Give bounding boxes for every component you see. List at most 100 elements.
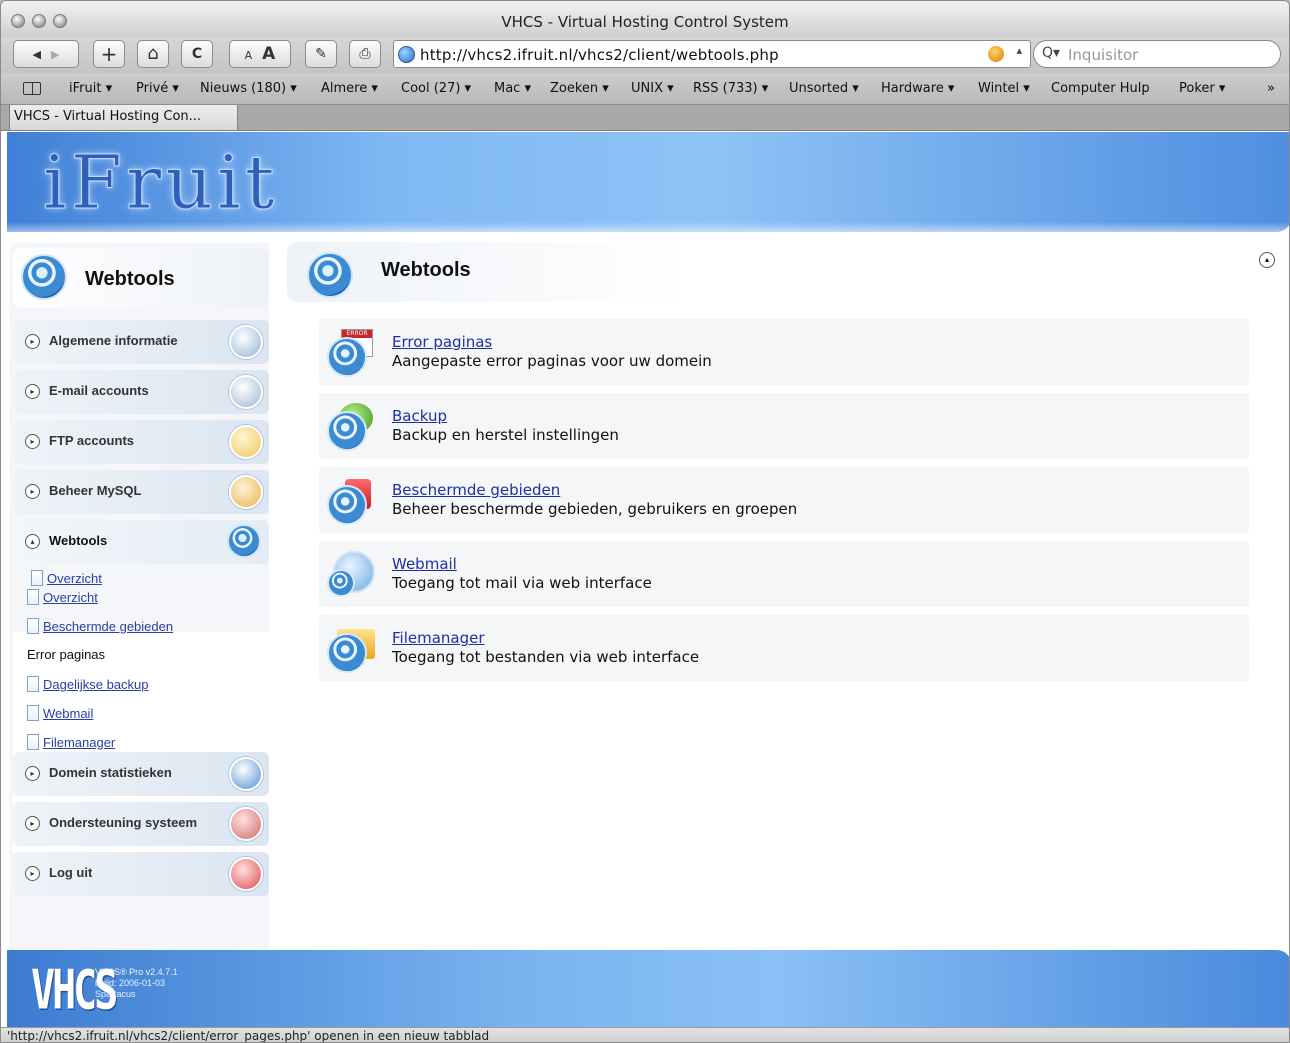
tool-link-backup[interactable]: Backup xyxy=(392,407,447,425)
bookmark-cool[interactable]: Cool (27) ▾ xyxy=(401,81,471,96)
site-footer: VHCS VHCS® Pro v2.4.7.1 build: 2006-01-0… xyxy=(7,950,1289,1027)
title-bar: VHCS - Virtual Hosting Control System xyxy=(1,1,1289,37)
main-header: Webtools ▴ xyxy=(287,242,1285,302)
status-bar: 'http://vhcs2.ifruit.nl/vhcs2/client/err… xyxy=(1,1027,1289,1042)
submenu-link[interactable]: Beschermde gebieden xyxy=(43,619,173,634)
bookmark-prive[interactable]: Privé ▾ xyxy=(136,81,179,96)
print-icon[interactable]: ⎙ xyxy=(349,40,381,68)
search-field[interactable]: Q▾ Inquisitor xyxy=(1033,40,1281,68)
edit-icon[interactable]: ✎ xyxy=(305,40,337,68)
submenu-item-filemanager[interactable]: Filemanager xyxy=(27,734,115,750)
gear-disc xyxy=(327,411,367,451)
sidebar-item-algemene-informatie[interactable]: ▸ Algemene informatie xyxy=(13,320,269,364)
bookmark-unix[interactable]: UNIX ▾ xyxy=(631,81,674,96)
caret-up-icon[interactable]: ▴ xyxy=(1016,44,1022,57)
browser-toolbar: ◀ ▶ + ⌂ C AA ✎ ⎙ http://vhcs2.ifruit.nl/v… xyxy=(1,37,1289,73)
bookmark-ifruit[interactable]: iFruit ▾ xyxy=(69,81,112,96)
bookmark-mac[interactable]: Mac ▾ xyxy=(494,81,531,96)
expand-icon: ▸ xyxy=(25,766,40,781)
submenu-link[interactable]: Overzicht xyxy=(43,590,98,605)
sidebar-item-ftp-accounts[interactable]: ▸ FTP accounts xyxy=(13,420,269,464)
sidebar-item-domein-statistieken[interactable]: ▸ Domein statistieken xyxy=(13,752,269,796)
gear-disc xyxy=(327,337,367,377)
tool-row-backup: Backup Backup en herstel instellingen xyxy=(319,393,1249,459)
submenu-item-overzicht[interactable]: Overzicht xyxy=(27,589,98,605)
sidebar-item-email-accounts[interactable]: ▸ E-mail accounts xyxy=(13,370,269,414)
back-forward-control: ◀ ▶ xyxy=(13,40,79,68)
search-icon[interactable]: Q▾ xyxy=(1042,45,1060,61)
support-icon xyxy=(229,807,263,841)
bookmark-nieuws[interactable]: Nieuws (180) ▾ xyxy=(200,81,297,96)
tool-link-filemanager[interactable]: Filemanager xyxy=(392,629,485,647)
sidebar-header: Webtools xyxy=(13,248,269,308)
tool-row-beschermde-gebieden: Beschermde gebieden Beheer beschermde ge… xyxy=(319,467,1249,533)
sidebar-title: Webtools xyxy=(85,268,175,290)
gear-disc xyxy=(327,569,355,597)
bookmarks-overflow-icon[interactable]: » xyxy=(1267,81,1275,96)
bookmark-unsorted[interactable]: Unsorted ▾ xyxy=(789,81,859,96)
submenu-link[interactable]: Webmail xyxy=(43,706,93,721)
bookmark-poker[interactable]: Poker ▾ xyxy=(1179,81,1225,96)
bookmarks-book-icon[interactable] xyxy=(23,82,41,95)
envelope-icon xyxy=(229,375,263,409)
expand-icon: ▸ xyxy=(25,384,40,399)
reload-button[interactable]: C xyxy=(181,40,213,68)
power-icon xyxy=(229,857,263,891)
forward-icon[interactable]: ▶ xyxy=(51,48,59,61)
submenu-item-overzicht[interactable]: Overzicht xyxy=(31,570,102,586)
text-smaller-button[interactable]: A xyxy=(245,49,253,62)
sidebar-item-label: Webtools xyxy=(49,533,108,548)
database-icon xyxy=(229,475,263,509)
submenu-item-dagelijkse-backup[interactable]: Dagelijkse backup xyxy=(27,676,149,692)
ifruit-logo: iFruit xyxy=(42,140,279,227)
add-bookmark-button[interactable]: + xyxy=(93,40,125,68)
submenu-item-beschermde-gebieden[interactable]: Beschermde gebieden xyxy=(27,618,173,634)
url-text[interactable]: http://vhcs2.ifruit.nl/vhcs2/client/webt… xyxy=(420,46,779,64)
sidebar-item-label: Beheer MySQL xyxy=(49,483,142,498)
sidebar-item-label: Algemene informatie xyxy=(49,333,178,348)
bookmark-computer-hulp[interactable]: Computer Hulp xyxy=(1051,81,1150,96)
globe-icon xyxy=(398,46,415,63)
bookmarks-bar: iFruit ▾ Privé ▾ Nieuws (180) ▾ Almere ▾… xyxy=(1,73,1289,105)
bookmark-almere[interactable]: Almere ▾ xyxy=(321,81,378,96)
bookmark-hardware[interactable]: Hardware ▾ xyxy=(881,81,954,96)
filemanager-icon xyxy=(327,625,375,673)
bookmark-zoeken[interactable]: Zoeken ▾ xyxy=(550,81,609,96)
sidebar-item-log-uit[interactable]: ▸ Log uit xyxy=(13,852,269,896)
bookmark-wintel[interactable]: Wintel ▾ xyxy=(978,81,1030,96)
sidebar-item-webtools[interactable]: ▴ Webtools xyxy=(13,520,269,564)
webtools-gear-icon xyxy=(307,252,353,298)
submenu-item-webmail[interactable]: Webmail xyxy=(27,705,93,721)
webmail-icon xyxy=(327,551,375,599)
submenu-item-error-paginas: Error paginas xyxy=(27,647,105,662)
tool-row-filemanager: Filemanager Toegang tot bestanden via we… xyxy=(319,615,1249,681)
submenu-link[interactable]: Dagelijkse backup xyxy=(43,677,149,692)
text-larger-button[interactable]: A xyxy=(262,44,275,64)
gear-disc xyxy=(327,485,367,525)
sidebar-item-label: Domein statistieken xyxy=(49,765,172,780)
rss-icon[interactable] xyxy=(988,46,1004,62)
tool-link-beschermde-gebieden[interactable]: Beschermde gebieden xyxy=(392,481,560,499)
tool-desc: Aangepaste error paginas voor uw domein xyxy=(392,352,712,370)
back-icon[interactable]: ◀ xyxy=(33,48,41,61)
submenu-link[interactable]: Overzicht xyxy=(47,571,102,586)
tab-vhcs[interactable]: VHCS - Virtual Hosting Con... xyxy=(9,105,238,131)
error-page-icon: ERROR xyxy=(327,329,375,377)
expand-icon: ▸ xyxy=(25,434,40,449)
web-page: iFruit Webtools ▸ Algemene informatie ▸ … xyxy=(1,132,1289,1027)
document-icon xyxy=(27,734,39,750)
tool-desc: Backup en herstel instellingen xyxy=(392,426,619,444)
document-icon xyxy=(31,570,43,586)
tool-link-webmail[interactable]: Webmail xyxy=(392,555,457,573)
address-bar[interactable]: http://vhcs2.ifruit.nl/vhcs2/client/webt… xyxy=(393,40,1031,68)
home-button[interactable]: ⌂ xyxy=(137,40,169,68)
sidebar-item-ondersteuning-systeem[interactable]: ▸ Ondersteuning systeem xyxy=(13,802,269,846)
text-size-control: AA xyxy=(229,40,291,68)
tool-link-error-paginas[interactable]: Error paginas xyxy=(392,333,492,351)
submenu-link[interactable]: Filemanager xyxy=(43,735,115,750)
sidebar-item-beheer-mysql[interactable]: ▸ Beheer MySQL xyxy=(13,470,269,514)
gear-disc xyxy=(327,633,367,673)
collapse-panel-button[interactable]: ▴ xyxy=(1259,252,1275,268)
sidebar: Webtools ▸ Algemene informatie ▸ E-mail … xyxy=(9,242,269,1020)
bookmark-rss[interactable]: RSS (733) ▾ xyxy=(693,81,768,96)
